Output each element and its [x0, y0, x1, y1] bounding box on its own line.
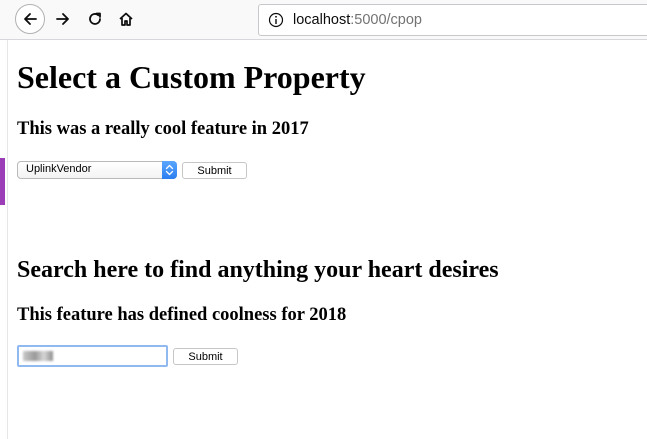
info-icon[interactable] [268, 12, 284, 28]
select-arrows-icon[interactable] [162, 161, 177, 179]
home-button[interactable] [112, 5, 140, 33]
back-arrow-icon [24, 13, 37, 25]
section1-subtitle: This was a really cool feature in 2017 [17, 119, 309, 139]
reload-icon [89, 12, 101, 25]
divider [7, 40, 8, 439]
submit-property-button[interactable]: Submit [182, 162, 247, 179]
url-host: localhost [293, 12, 351, 28]
forward-button[interactable] [49, 5, 77, 33]
redacted-search-value [23, 351, 53, 361]
search-input[interactable] [17, 345, 168, 367]
browser-toolbar: localhost:5000/cpop [0, 0, 647, 40]
sidebar-accent-bar [0, 158, 5, 205]
forward-arrow-icon [56, 13, 69, 25]
url-path: :5000/cpop [350, 12, 422, 28]
page-title: Select a Custom Property [17, 59, 366, 95]
url-text[interactable]: localhost:5000/cpop [293, 12, 422, 28]
home-icon [119, 12, 133, 26]
search-section-title: Search here to find anything your heart … [17, 257, 499, 283]
custom-property-select[interactable]: UplinkVendor [17, 161, 177, 179]
section2-subtitle: This feature has defined coolness for 20… [17, 305, 347, 325]
back-button[interactable] [15, 4, 45, 34]
url-bar[interactable]: localhost:5000/cpop [258, 4, 647, 36]
select-value: UplinkVendor [26, 163, 92, 175]
submit-search-button[interactable]: Submit [173, 348, 238, 365]
reload-button[interactable] [81, 5, 109, 33]
